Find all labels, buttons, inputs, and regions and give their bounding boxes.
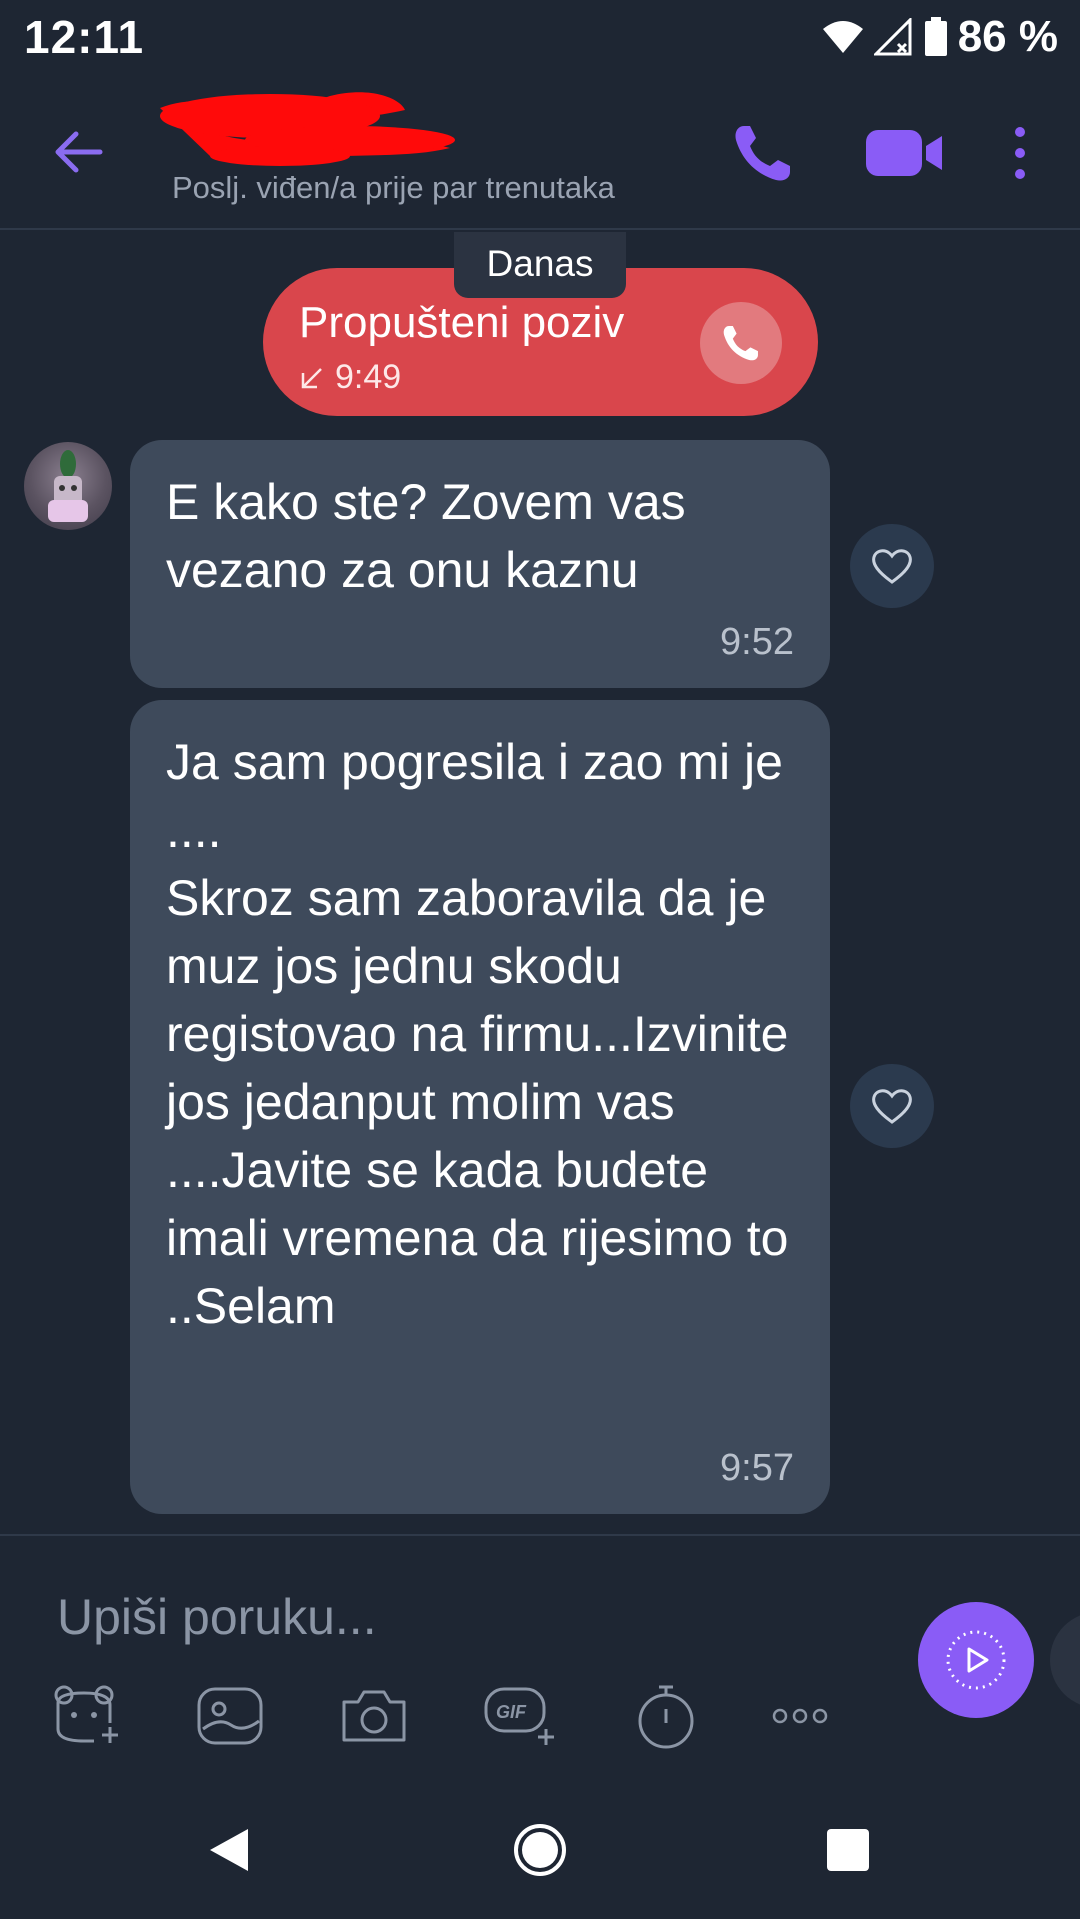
composer-toolbar: GIF bbox=[0, 1676, 900, 1776]
send-play-icon bbox=[946, 1630, 1006, 1690]
status-time: 12:11 bbox=[24, 11, 145, 63]
heart-icon bbox=[872, 549, 912, 584]
nav-home-circle-icon bbox=[514, 1824, 566, 1876]
voice-call-button[interactable] bbox=[728, 118, 798, 188]
battery-icon bbox=[924, 17, 947, 56]
camera-icon bbox=[342, 1690, 406, 1742]
gallery-button[interactable] bbox=[190, 1676, 270, 1756]
more-options-button[interactable] bbox=[1000, 118, 1040, 188]
signal-icon bbox=[873, 18, 912, 56]
missed-call-time-row: 9:49 bbox=[299, 358, 401, 397]
back-button[interactable] bbox=[48, 122, 108, 182]
call-back-button[interactable] bbox=[700, 302, 782, 384]
timer-button[interactable] bbox=[626, 1676, 706, 1756]
gif-button[interactable]: GIF bbox=[480, 1676, 560, 1756]
chat-screen: 12:11 86 % Poslj. viđen/a prije par tren… bbox=[0, 0, 1080, 1919]
phone-icon bbox=[735, 126, 790, 181]
message-time: 9:52 bbox=[720, 621, 794, 663]
last-seen-status: Poslj. viđen/a prije par trenutaka bbox=[172, 170, 615, 205]
message-text: E kako ste? Zovem vas vezano za onu kazn… bbox=[166, 474, 700, 598]
nav-recents-button[interactable] bbox=[808, 1810, 888, 1890]
avatar-image bbox=[48, 450, 88, 522]
heart-icon bbox=[872, 1089, 912, 1124]
system-navigation-bar bbox=[0, 1780, 1080, 1919]
like-button[interactable] bbox=[850, 1064, 934, 1148]
sticker-button[interactable] bbox=[46, 1676, 126, 1756]
missed-call-label: Propušteni poziv bbox=[299, 298, 625, 347]
redaction-scribble bbox=[160, 92, 455, 166]
message-text: Ja sam pogresila i zao mi je .... Skroz … bbox=[166, 734, 789, 1334]
more-tools-button[interactable] bbox=[760, 1676, 840, 1756]
battery-percent: 86 % bbox=[957, 12, 1058, 61]
message-bubble[interactable]: E kako ste? Zovem vas vezano za onu kazn… bbox=[130, 440, 830, 688]
status-bar: 12:11 86 % bbox=[0, 0, 1080, 80]
like-button[interactable] bbox=[850, 524, 934, 608]
chat-header: Poslj. viđen/a prije par trenutaka bbox=[0, 80, 1080, 230]
secondary-action-button[interactable] bbox=[1050, 1612, 1080, 1708]
nav-home-button[interactable] bbox=[500, 1810, 580, 1890]
contact-avatar[interactable] bbox=[24, 442, 112, 530]
camera-button[interactable] bbox=[334, 1676, 414, 1756]
nav-recents-square-icon bbox=[827, 1829, 869, 1871]
date-separator: Danas bbox=[454, 232, 626, 298]
message-bubble[interactable]: Ja sam pogresila i zao mi je .... Skroz … bbox=[130, 700, 830, 1514]
more-horizontal-icon bbox=[772, 1708, 828, 1724]
message-input[interactable] bbox=[55, 1576, 859, 1658]
message-time: 9:57 bbox=[720, 1447, 794, 1489]
nav-back-triangle-icon bbox=[210, 1829, 248, 1871]
wifi-icon bbox=[822, 21, 863, 53]
image-icon bbox=[197, 1687, 263, 1745]
sticker-bear-icon bbox=[54, 1685, 118, 1743]
stopwatch-icon bbox=[638, 1685, 694, 1749]
gif-label: GIF bbox=[496, 1702, 526, 1722]
incoming-arrow-icon bbox=[301, 367, 322, 388]
more-vertical-icon bbox=[1015, 127, 1025, 179]
missed-call-time: 9:49 bbox=[335, 358, 402, 396]
nav-back-button[interactable] bbox=[188, 1810, 268, 1890]
video-camera-icon bbox=[866, 130, 942, 176]
phone-icon bbox=[723, 326, 758, 361]
video-call-button[interactable] bbox=[862, 118, 946, 188]
status-icons: 86 % bbox=[822, 12, 1058, 62]
message-composer: GIF bbox=[0, 1534, 1080, 1776]
send-button[interactable] bbox=[918, 1602, 1034, 1718]
back-arrow-icon bbox=[55, 131, 103, 173]
